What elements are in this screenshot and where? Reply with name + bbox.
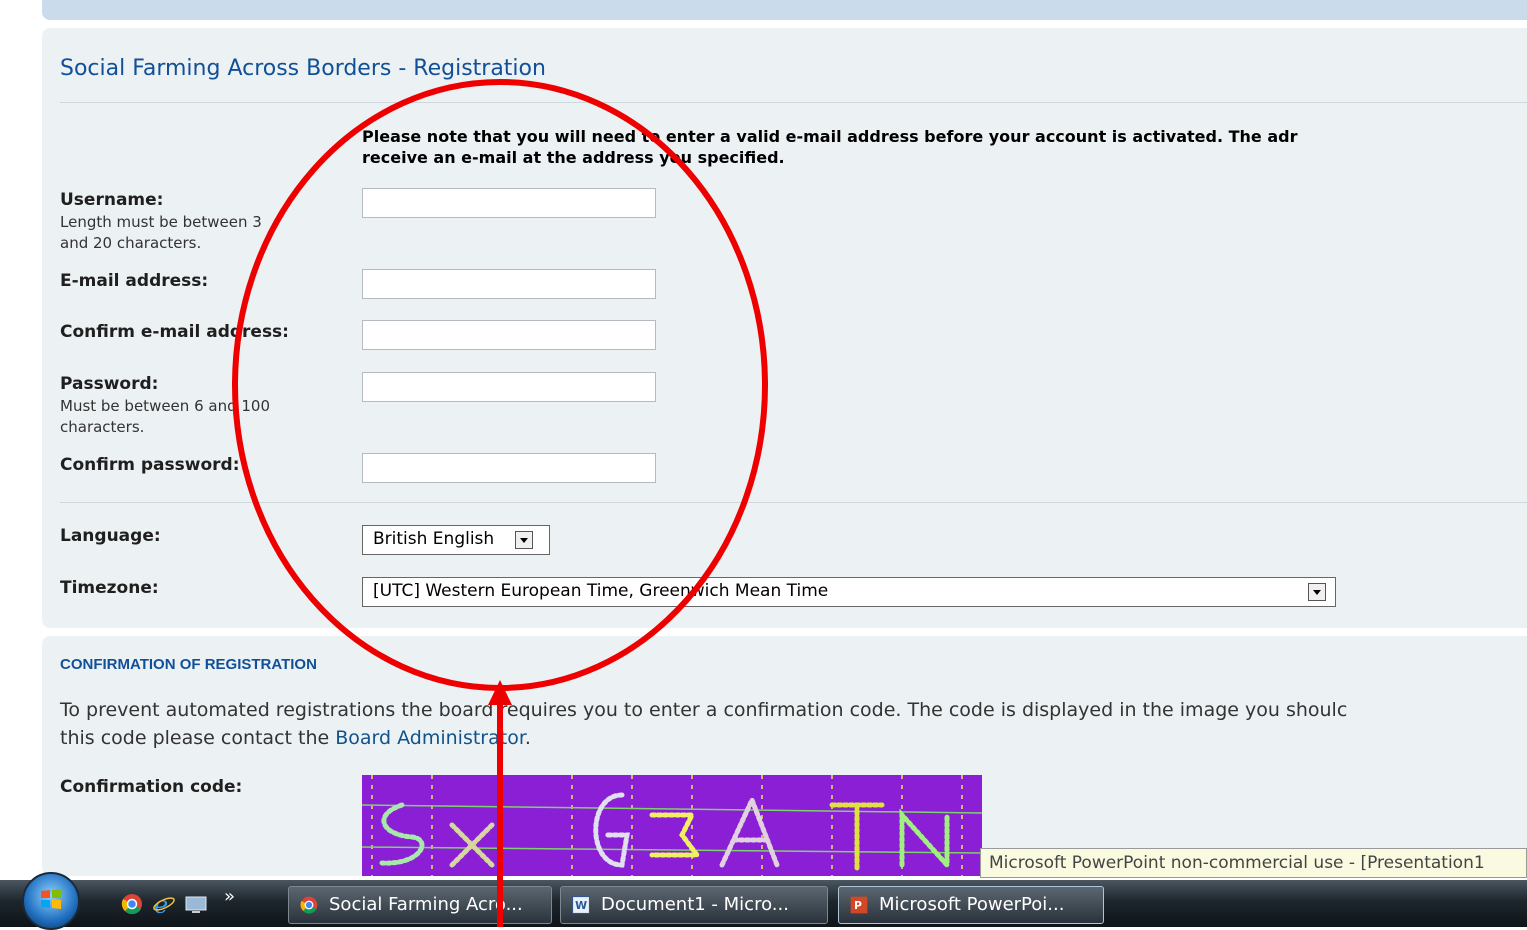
svg-text:W: W	[575, 899, 587, 912]
start-button[interactable]	[22, 872, 80, 930]
confirmation-text-line-1: To prevent automated registrations the b…	[60, 699, 1348, 721]
captcha-image	[362, 775, 982, 876]
language-value: British English	[373, 529, 495, 549]
confirmation-text-suffix: .	[524, 727, 531, 749]
notice-line-1: Please note that you will need to enter …	[362, 127, 1298, 146]
internet-explorer-icon[interactable]: e	[152, 892, 176, 916]
username-label: Username:	[60, 190, 164, 210]
username-hint-line-2: and 20 characters.	[60, 234, 202, 252]
email-label: E-mail address:	[60, 271, 209, 291]
timezone-select[interactable]: [UTC] Western European Time, Greenwich M…	[362, 577, 1336, 607]
confirmation-heading: CONFIRMATION OF REGISTRATION	[60, 656, 317, 673]
username-hint: Length must be between 3 and 20 characte…	[60, 212, 262, 254]
taskbar-item-label: Microsoft PowerPoi...	[879, 894, 1065, 915]
taskbar-item-word[interactable]: W Document1 - Micro...	[560, 886, 828, 924]
confirmation-text-line-2: this code please contact the Board Admin…	[60, 724, 1347, 752]
confirm-password-input[interactable]	[362, 453, 656, 483]
taskbar-item-chrome[interactable]: Social Farming Acro...	[288, 886, 552, 924]
svg-text:P: P	[854, 899, 862, 912]
chrome-icon[interactable]	[120, 892, 144, 916]
confirm-password-label: Confirm password:	[60, 455, 240, 475]
top-header-strip	[42, 0, 1527, 20]
show-desktop-icon[interactable]	[184, 892, 208, 916]
confirm-email-label: Confirm e-mail address:	[60, 322, 289, 342]
section-divider	[60, 502, 1527, 503]
password-hint-line-1: Must be between 6 and 100	[60, 397, 270, 415]
username-hint-line-1: Length must be between 3	[60, 213, 262, 231]
confirmation-text-prefix: this code please contact the	[60, 727, 336, 749]
password-hint: Must be between 6 and 100 characters.	[60, 396, 270, 438]
confirmation-code-label: Confirmation code:	[60, 777, 243, 797]
word-icon: W	[572, 896, 590, 914]
powerpoint-icon: P	[850, 896, 868, 914]
language-label: Language:	[60, 526, 161, 546]
taskbar-item-powerpoint[interactable]: P Microsoft PowerPoi...	[838, 886, 1104, 924]
email-input[interactable]	[362, 269, 656, 299]
board-administrator-link[interactable]: Board Administrator	[335, 727, 525, 749]
password-input[interactable]	[362, 372, 656, 402]
confirm-email-input[interactable]	[362, 320, 656, 350]
timezone-label: Timezone:	[60, 578, 159, 598]
password-hint-line-2: characters.	[60, 418, 145, 436]
taskbar-item-label: Social Farming Acro...	[329, 894, 523, 915]
confirmation-panel: CONFIRMATION OF REGISTRATION To prevent …	[42, 636, 1527, 876]
quick-launch-overflow[interactable]: »	[224, 886, 235, 907]
page-title: Social Farming Across Borders - Registra…	[60, 56, 546, 81]
password-label: Password:	[60, 374, 159, 394]
notice-line-2: receive an e-mail at the address you spe…	[362, 148, 785, 167]
windows-taskbar: e » Social Farming Acro... W Document1 -…	[0, 872, 1527, 930]
timezone-value: [UTC] Western European Time, Greenwich M…	[373, 581, 829, 601]
title-divider	[60, 102, 1527, 103]
chevron-down-icon[interactable]	[515, 531, 533, 549]
chrome-icon	[300, 896, 318, 914]
username-input[interactable]	[362, 188, 656, 218]
windows-logo-icon	[41, 889, 61, 909]
language-select[interactable]: British English	[362, 525, 550, 555]
chevron-down-icon[interactable]	[1308, 583, 1326, 601]
email-notice: Please note that you will need to enter …	[362, 126, 1297, 168]
powerpoint-tooltip: Microsoft PowerPoint non-commercial use …	[980, 848, 1527, 878]
confirmation-text: To prevent automated registrations the b…	[60, 696, 1347, 752]
taskbar-item-label: Document1 - Micro...	[601, 894, 789, 915]
registration-panel: Social Farming Across Borders - Registra…	[42, 28, 1527, 628]
